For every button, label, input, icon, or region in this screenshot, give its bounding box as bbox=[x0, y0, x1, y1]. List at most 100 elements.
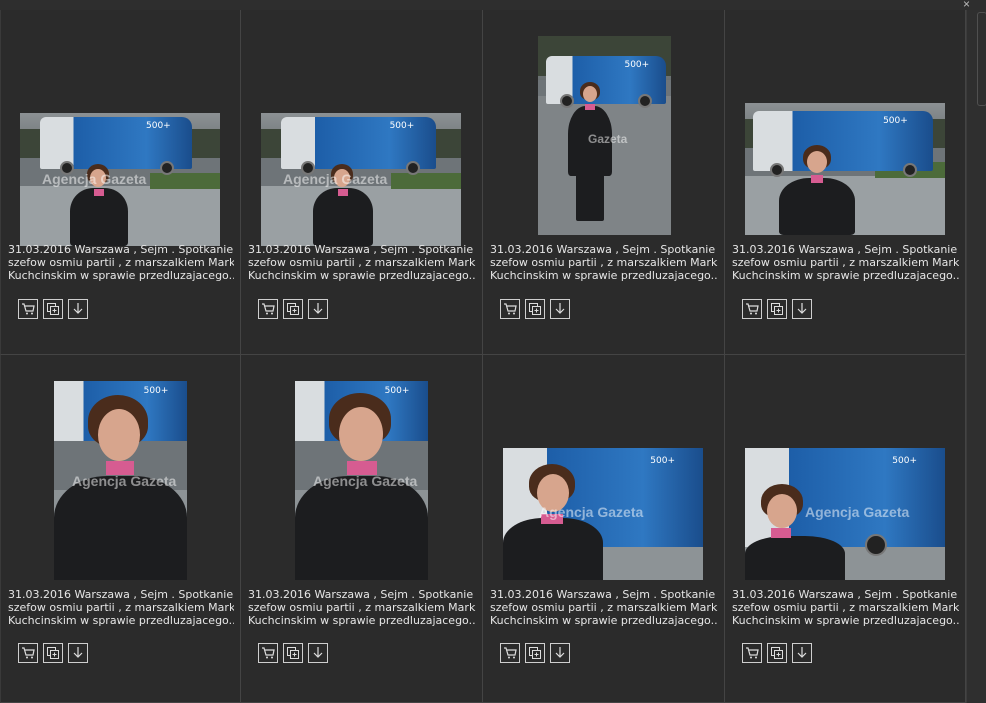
caption-line: 31.03.2016 Warszawa , Sejm . Spotkanie bbox=[248, 588, 474, 601]
caption-line: szefow osmiu partii , z marszalkiem Mark… bbox=[732, 256, 959, 269]
add-to-lightbox-button[interactable] bbox=[283, 299, 303, 319]
caption-line: szefow osmiu partii , z marszalkiem Mark… bbox=[248, 256, 476, 269]
cart-icon bbox=[262, 647, 275, 659]
caption-line: szefow osmiu partii , z marszalkiem Mark… bbox=[490, 601, 718, 614]
thumbnail-area[interactable]: Agencja Gazeta bbox=[483, 380, 724, 580]
caption-line: 31.03.2016 Warszawa , Sejm . Spotkanie bbox=[8, 588, 234, 601]
photo-caption[interactable]: 31.03.2016 Warszawa , Sejm . Spotkanie s… bbox=[732, 243, 959, 282]
download-button[interactable] bbox=[308, 643, 328, 663]
scrollbar-thumb[interactable] bbox=[977, 12, 986, 106]
download-icon bbox=[797, 303, 807, 314]
download-button[interactable] bbox=[792, 299, 812, 319]
lightbox-add-icon bbox=[771, 303, 783, 315]
add-to-cart-button[interactable] bbox=[742, 643, 762, 663]
add-to-cart-button[interactable] bbox=[742, 299, 762, 319]
vertical-scrollbar[interactable] bbox=[966, 10, 986, 703]
add-to-lightbox-button[interactable] bbox=[283, 643, 303, 663]
lightbox-add-icon bbox=[529, 647, 541, 659]
download-button[interactable] bbox=[550, 643, 570, 663]
photo-caption[interactable]: 31.03.2016 Warszawa , Sejm . Spotkanie s… bbox=[8, 243, 234, 282]
thumbnail-area[interactable]: Agencja Gazeta bbox=[1, 35, 240, 246]
add-to-cart-button[interactable] bbox=[258, 299, 278, 319]
cart-icon bbox=[262, 303, 275, 315]
caption-line: szefow osmiu partii , z marszalkiem Mark… bbox=[8, 256, 234, 269]
caption-line: 31.03.2016 Warszawa , Sejm . Spotkanie bbox=[490, 588, 716, 601]
lightbox-add-icon bbox=[287, 303, 299, 315]
thumbnail-area[interactable]: Agencja Gazeta bbox=[725, 380, 965, 580]
thumbnail-area[interactable]: Gazeta bbox=[483, 35, 724, 235]
photo-thumbnail[interactable]: Agencja Gazeta bbox=[54, 381, 187, 580]
add-to-cart-button[interactable] bbox=[500, 299, 520, 319]
download-button[interactable] bbox=[68, 643, 88, 663]
caption-line: Kuchcinskim w sprawie przedluzajacego... bbox=[490, 614, 718, 627]
photo-caption[interactable]: 31.03.2016 Warszawa , Sejm . Spotkanie s… bbox=[248, 588, 476, 627]
cart-icon bbox=[746, 303, 759, 315]
watermark: Agencja Gazeta bbox=[805, 504, 910, 520]
thumbnail-area[interactable]: Agencja Gazeta bbox=[241, 380, 482, 580]
cart-icon bbox=[746, 647, 759, 659]
add-to-cart-button[interactable] bbox=[500, 643, 520, 663]
add-to-lightbox-button[interactable] bbox=[767, 643, 787, 663]
download-button[interactable] bbox=[308, 299, 328, 319]
download-button[interactable] bbox=[68, 299, 88, 319]
photo-card: Agencja Gazeta 31.03.2016 Warszawa , Sej… bbox=[241, 355, 483, 703]
add-to-lightbox-button[interactable] bbox=[525, 643, 545, 663]
photo-thumbnail[interactable]: Agencja Gazeta bbox=[503, 448, 703, 580]
caption-line: szefow osmiu partii , z marszalkiem Mark… bbox=[248, 601, 476, 614]
add-to-lightbox-button[interactable] bbox=[43, 643, 63, 663]
thumbnail-area[interactable]: Agencja Gazeta bbox=[241, 35, 482, 246]
photo-thumbnail[interactable]: Agencja Gazeta bbox=[261, 113, 461, 246]
download-icon bbox=[73, 647, 83, 658]
photo-card: Agencja Gazeta 31.03.2016 Warszawa , Sej… bbox=[725, 355, 966, 703]
photo-card: 31.03.2016 Warszawa , Sejm . Spotkanie s… bbox=[725, 10, 966, 355]
add-to-lightbox-button[interactable] bbox=[525, 299, 545, 319]
cart-icon bbox=[504, 303, 517, 315]
photo-card: Agencja Gazeta 31.03.2016 Warszawa , Sej… bbox=[241, 10, 483, 355]
thumbnail-area[interactable] bbox=[725, 35, 965, 235]
add-to-lightbox-button[interactable] bbox=[43, 299, 63, 319]
download-icon bbox=[555, 303, 565, 314]
caption-line: 31.03.2016 Warszawa , Sejm . Spotkanie bbox=[8, 243, 234, 256]
caption-line: Kuchcinskim w sprawie przedluzajacego... bbox=[8, 614, 234, 627]
add-to-lightbox-button[interactable] bbox=[767, 299, 787, 319]
photo-thumbnail[interactable] bbox=[745, 103, 945, 235]
caption-line: 31.03.2016 Warszawa , Sejm . Spotkanie bbox=[732, 588, 958, 601]
download-icon bbox=[797, 647, 807, 658]
photo-actions bbox=[258, 299, 328, 319]
download-button[interactable] bbox=[792, 643, 812, 663]
caption-line: szefow osmiu partii , z marszalkiem Mark… bbox=[8, 601, 234, 614]
caption-line: Kuchcinskim w sprawie przedluzajacego... bbox=[248, 269, 476, 282]
cart-icon bbox=[504, 647, 517, 659]
caption-line: szefow osmiu partii , z marszalkiem Mark… bbox=[732, 601, 959, 614]
photo-thumbnail[interactable]: Agencja Gazeta bbox=[20, 113, 220, 246]
download-icon bbox=[73, 303, 83, 314]
photo-caption[interactable]: 31.03.2016 Warszawa , Sejm . Spotkanie s… bbox=[8, 588, 234, 627]
caption-line: Kuchcinskim w sprawie przedluzajacego... bbox=[248, 614, 476, 627]
add-to-cart-button[interactable] bbox=[18, 643, 38, 663]
photo-caption[interactable]: 31.03.2016 Warszawa , Sejm . Spotkanie s… bbox=[490, 243, 718, 282]
photo-thumbnail[interactable]: Agencja Gazeta bbox=[295, 381, 428, 580]
caption-line: Kuchcinskim w sprawie przedluzajacego... bbox=[732, 269, 959, 282]
add-to-cart-button[interactable] bbox=[18, 299, 38, 319]
caption-line: 31.03.2016 Warszawa , Sejm . Spotkanie bbox=[248, 243, 474, 256]
photo-caption[interactable]: 31.03.2016 Warszawa , Sejm . Spotkanie s… bbox=[248, 243, 476, 282]
lightbox-add-icon bbox=[529, 303, 541, 315]
watermark: Agencja Gazeta bbox=[539, 504, 644, 520]
photo-actions bbox=[18, 643, 88, 663]
photo-caption[interactable]: 31.03.2016 Warszawa , Sejm . Spotkanie s… bbox=[490, 588, 718, 627]
photo-card: Gazeta 31.03.2016 Warszawa , Sejm . Spot… bbox=[483, 10, 725, 355]
caption-line: Kuchcinskim w sprawie przedluzajacego... bbox=[8, 269, 234, 282]
photo-grid: Agencja Gazeta 31.03.2016 Warszawa , Sej… bbox=[0, 10, 966, 703]
watermark: Gazeta bbox=[588, 132, 628, 146]
photo-actions bbox=[742, 299, 812, 319]
cart-icon bbox=[22, 647, 35, 659]
photo-actions bbox=[500, 299, 570, 319]
watermark: Agencja Gazeta bbox=[72, 473, 177, 489]
photo-thumbnail[interactable]: Gazeta bbox=[538, 36, 671, 235]
add-to-cart-button[interactable] bbox=[258, 643, 278, 663]
photo-caption[interactable]: 31.03.2016 Warszawa , Sejm . Spotkanie s… bbox=[732, 588, 959, 627]
photo-card: Agencja Gazeta 31.03.2016 Warszawa , Sej… bbox=[0, 10, 241, 355]
photo-thumbnail[interactable]: Agencja Gazeta bbox=[745, 448, 945, 580]
thumbnail-area[interactable]: Agencja Gazeta bbox=[1, 380, 240, 580]
download-button[interactable] bbox=[550, 299, 570, 319]
